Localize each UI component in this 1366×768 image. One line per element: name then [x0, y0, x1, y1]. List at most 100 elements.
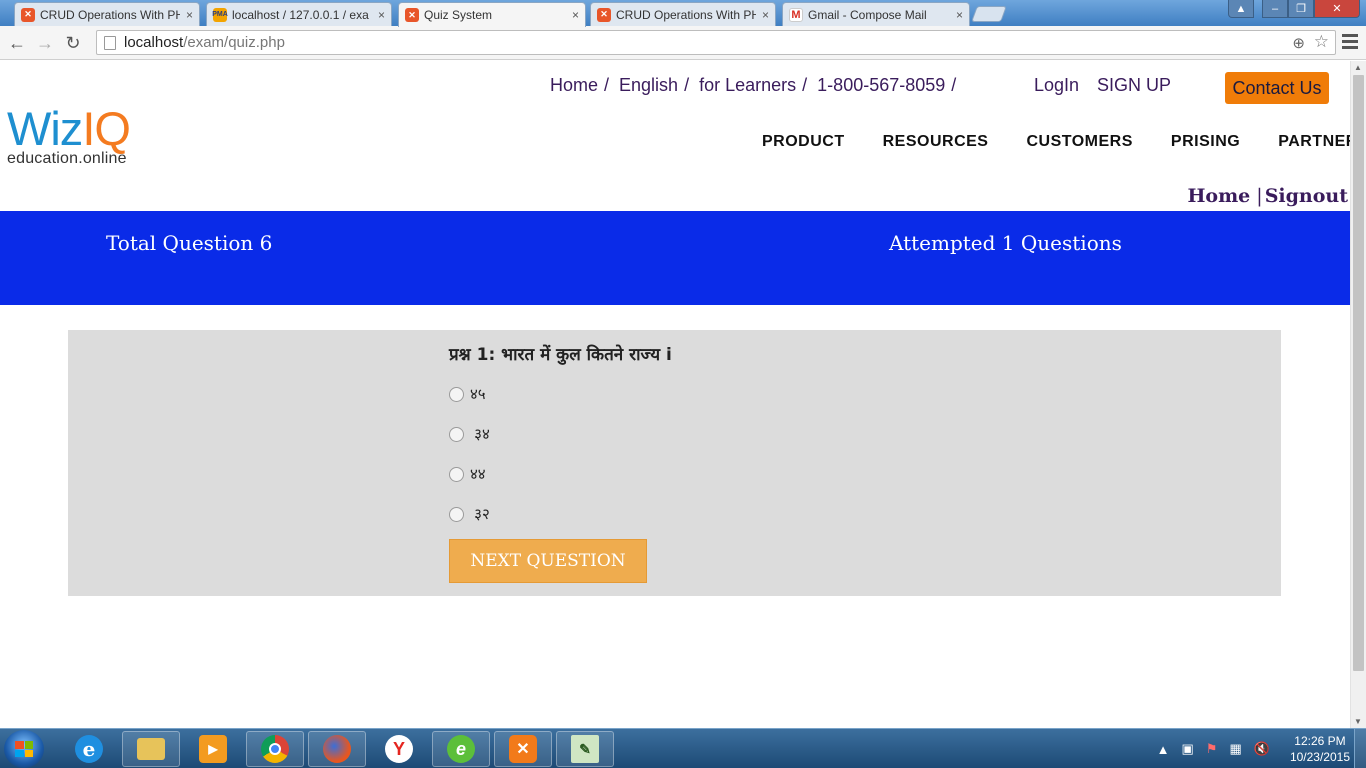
answer-option-1[interactable]: ४५ [449, 384, 486, 404]
reload-button[interactable]: ↻ [62, 32, 84, 54]
auth-links: LogIn SIGN UP [1034, 75, 1171, 96]
show-hidden-icons-icon[interactable]: ▲ [1157, 742, 1170, 757]
wiziq-logo[interactable]: WizIQ education.online [7, 102, 131, 168]
tab-gmail[interactable]: M Gmail - Compose Mail × [782, 2, 970, 26]
attempted-questions: Attempted 1 Questions [889, 231, 1122, 255]
tab-phpmyadmin[interactable]: PMA localhost / 127.0.0.1 / exa × [206, 2, 392, 26]
topnav-phone[interactable]: 1-800-567-8059 [817, 75, 945, 96]
answer-option-4[interactable]: ३२ [449, 504, 490, 524]
tab-title: localhost / 127.0.0.1 / exa [232, 7, 369, 22]
browser-tabstrip: ✕ CRUD Operations With PH × PMA localhos… [0, 0, 1366, 27]
answer-option-3[interactable]: ४४ [449, 464, 486, 484]
taskbar-chrome[interactable] [246, 731, 304, 767]
gmail-icon: M [789, 7, 803, 22]
forward-button[interactable]: → [34, 32, 56, 54]
tab-quiz-system[interactable]: ✕ Quiz System × [398, 2, 586, 27]
topnav-home-link[interactable]: Home [550, 75, 598, 96]
windows-flag-icon[interactable]: ▦ [1229, 741, 1241, 757]
user-links: Home | Signout [1187, 185, 1348, 207]
page-icon [104, 35, 116, 50]
contact-us-button[interactable]: Contact Us [1225, 72, 1329, 104]
topnav-separator: / [951, 75, 957, 95]
nav-prising[interactable]: PRISING [1171, 133, 1240, 151]
page-viewport: Home / English / for Learners / 1-800-567-8… [0, 61, 1350, 728]
address-bar[interactable]: localhost/exam/quiz.php ⊕ ☆ [96, 30, 1336, 55]
explorer-icon [137, 738, 165, 760]
clock-date: 10/23/2015 [1289, 750, 1350, 764]
start-button[interactable] [4, 730, 44, 768]
quiz-status-banner: Total Question 6 Attempted 1 Questions [0, 211, 1350, 305]
next-question-button[interactable]: NEXT QUESTION [449, 539, 647, 583]
taskbar-notepad[interactable]: ✎ [556, 731, 614, 767]
main-navigation: PRODUCT RESOURCES CUSTOMERS PRISING PART… [762, 133, 1350, 151]
scrollbar-thumb[interactable] [1353, 75, 1364, 671]
network-icon[interactable]: ▣ [1182, 741, 1194, 757]
topnav-separator: / [684, 75, 690, 95]
close-icon[interactable]: × [378, 8, 385, 22]
user-icon[interactable]: ▲ [1228, 0, 1254, 18]
option-label: ४५ [470, 386, 486, 403]
taskbar-media-player[interactable]: ▶ [184, 731, 242, 767]
minimize-icon[interactable]: ‒ [1262, 0, 1288, 18]
action-center-icon[interactable]: ⚑ [1206, 741, 1218, 757]
url-path: /exam/quiz.php [183, 34, 285, 51]
close-icon[interactable]: × [956, 8, 963, 22]
radio-button[interactable] [449, 426, 464, 442]
nav-product[interactable]: PRODUCT [762, 133, 845, 151]
browser-menu-button[interactable] [1342, 34, 1358, 52]
zoom-icon[interactable]: ⊕ [1292, 34, 1305, 52]
nav-customers[interactable]: CUSTOMERS [1026, 133, 1132, 151]
nav-resources[interactable]: RESOURCES [883, 133, 989, 151]
quiz-panel: प्रश्न 1: भारत में कुल कितने राज्य i ४५ … [68, 330, 1281, 596]
tab-title: CRUD Operations With PH [616, 7, 756, 22]
chrome-icon [261, 735, 289, 763]
login-link[interactable]: LogIn [1034, 75, 1079, 96]
ie-icon: e [75, 735, 103, 763]
volume-muted-icon[interactable]: 🔇 [1254, 741, 1270, 757]
show-desktop-button[interactable] [1354, 729, 1366, 768]
nav-partners[interactable]: PARTNERS [1278, 133, 1350, 151]
radio-button[interactable] [449, 506, 464, 522]
notepad-icon: ✎ [571, 735, 599, 763]
system-tray: ▲ ▣ ⚑ ▦ 🔇 12:26 PM 10/23/2015 [1157, 733, 1350, 765]
topnav-english-link[interactable]: English [619, 75, 678, 96]
system-clock[interactable]: 12:26 PM 10/23/2015 [1290, 733, 1350, 765]
radio-button[interactable] [449, 386, 464, 402]
browser-toolbar: ← → ↻ localhost/exam/quiz.php ⊕ ☆ [0, 26, 1366, 60]
top-navigation: Home / English / for Learners / 1-800-567-8… [550, 75, 966, 96]
user-home-link[interactable]: Home [1187, 185, 1250, 207]
scroll-down-icon[interactable]: ▼ [1354, 717, 1362, 726]
xampp-icon: ✕ [509, 735, 537, 763]
tab-crud-2[interactable]: ✕ CRUD Operations With PH × [590, 2, 776, 26]
dreamweaver-icon: e [447, 735, 475, 763]
question-text: प्रश्न 1: भारत में कुल कितने राज्य i [449, 345, 672, 365]
signup-link[interactable]: SIGN UP [1097, 75, 1171, 96]
signout-link[interactable]: Signout [1265, 185, 1348, 207]
new-tab-button[interactable] [971, 6, 1007, 22]
taskbar-ie[interactable]: e [60, 731, 118, 767]
taskbar-yandex[interactable]: Y [370, 731, 428, 767]
logo-tagline: education.online [7, 150, 127, 167]
topnav-separator: / [604, 75, 610, 95]
scroll-up-icon[interactable]: ▲ [1354, 63, 1362, 72]
radio-button[interactable] [449, 466, 464, 482]
window-close-icon[interactable]: ✕ [1314, 0, 1360, 18]
topnav-learners-link[interactable]: for Learners [699, 75, 796, 96]
close-icon[interactable]: × [762, 8, 769, 22]
bookmark-star-icon[interactable]: ☆ [1314, 32, 1329, 52]
maximize-icon[interactable]: ❐ [1288, 0, 1314, 18]
back-button[interactable]: ← [6, 32, 28, 54]
taskbar-dreamweaver[interactable]: e [432, 731, 490, 767]
topnav-separator: / [802, 75, 808, 95]
taskbar-firefox[interactable] [308, 731, 366, 767]
close-icon[interactable]: × [186, 8, 193, 22]
page-scrollbar[interactable]: ▲ ▼ [1350, 61, 1366, 728]
tab-crud-1[interactable]: ✕ CRUD Operations With PH × [14, 2, 200, 26]
logo-iq: IQ [82, 102, 131, 155]
close-icon[interactable]: × [572, 8, 579, 22]
answer-option-2[interactable]: ३४ [449, 424, 490, 444]
taskbar-explorer[interactable] [122, 731, 180, 767]
windows-taskbar: e ▶ Y e ✕ ✎ ▲ ▣ ⚑ ▦ 🔇 12:26 PM 10/23/201… [0, 728, 1366, 768]
total-questions: Total Question 6 [106, 231, 273, 255]
taskbar-xampp[interactable]: ✕ [494, 731, 552, 767]
